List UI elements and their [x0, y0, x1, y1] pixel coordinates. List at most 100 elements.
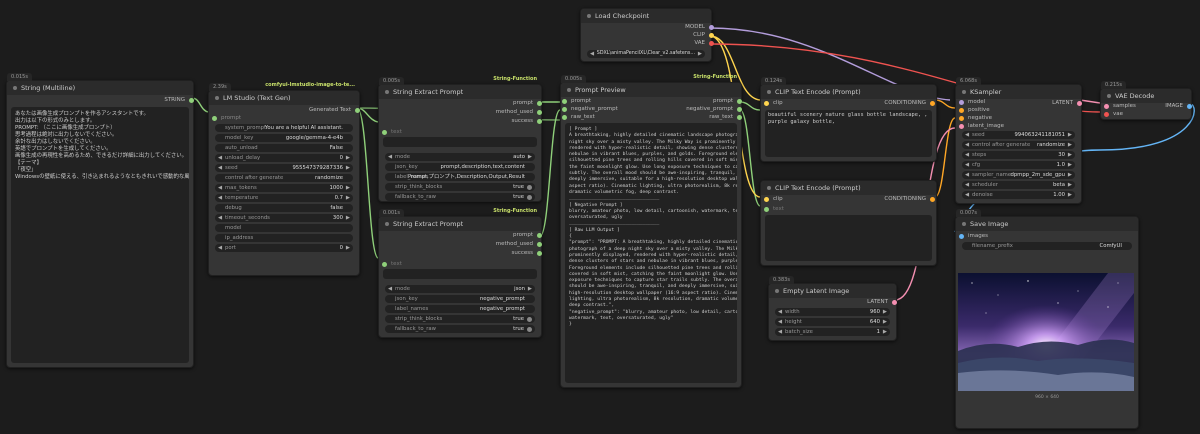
input-dot[interactable] — [959, 234, 964, 239]
arrow-left-icon[interactable]: ◀ — [965, 171, 969, 179]
input-clip[interactable]: clip — [764, 196, 783, 202]
arrow-left-icon[interactable]: ◀ — [965, 131, 969, 139]
arrow-right-icon[interactable]: ▶ — [1068, 131, 1072, 139]
widget-nodes.lm_studio.widgets-6[interactable]: ◀ max_tokens 1000 ▶ — [215, 184, 353, 192]
widget-nodes.lm_studio.widgets-4[interactable]: ◀ seed 955547379287336 ▶ — [215, 164, 353, 172]
node-title-bar[interactable]: Prompt Preview — [561, 83, 741, 97]
input-dot[interactable] — [764, 101, 769, 106]
output-conditioning[interactable]: CONDITIONING — [884, 196, 935, 202]
node-collapse-dot[interactable] — [1107, 94, 1111, 98]
filename-prefix-field[interactable]: filename_prefix ComfyUI — [962, 242, 1132, 250]
widget-nodes.ksampler.widgets-5[interactable]: ◀ scheduler beta ▶ — [962, 181, 1075, 189]
arrow-left-icon[interactable]: ◀ — [388, 153, 392, 161]
input-clip[interactable]: clip — [764, 100, 783, 106]
arrow-left-icon[interactable]: ◀ — [965, 191, 969, 199]
node-collapse-dot[interactable] — [962, 90, 966, 94]
input-dot[interactable] — [959, 124, 964, 129]
node-string-multiline[interactable]: 0.015s String (Multiline) STRING あなたは画像生… — [6, 73, 194, 368]
input-raw-text[interactable]: raw_text — [562, 114, 595, 120]
output-dot[interactable] — [737, 115, 742, 120]
output-dot[interactable] — [537, 233, 542, 238]
widget-nodes.lm_studio.widgets-9[interactable]: ◀ timeout_seconds 300 ▶ — [215, 214, 353, 222]
node-title-bar[interactable]: VAE Decode — [1101, 89, 1191, 103]
output-image[interactable]: IMAGE — [1165, 103, 1192, 109]
output-dot[interactable] — [709, 33, 714, 38]
input-dot[interactable] — [382, 262, 387, 267]
arrow-left-icon[interactable]: ◀ — [218, 154, 222, 162]
widget-nodes.sep2.widgets-1[interactable]: json_key negative_prompt — [385, 295, 535, 303]
prompt-preview-text[interactable]: [ Prompt ] A breathtaking, highly detaile… — [565, 123, 737, 383]
widget-nodes.sep1.widgets-1[interactable]: json_key prompt,description,text,content — [385, 163, 535, 171]
arrow-right-icon[interactable]: ▶ — [883, 328, 887, 336]
input-dot[interactable] — [764, 197, 769, 202]
toggle-knob-icon[interactable] — [527, 316, 532, 322]
node-title-bar[interactable]: String Extract Prompt — [379, 217, 541, 231]
widget-nodes.empty_latent.widgets-0[interactable]: ◀ width 960 ▶ — [775, 308, 890, 316]
arrow-left-icon[interactable]: ◀ — [778, 318, 782, 326]
arrow-left-icon[interactable]: ◀ — [965, 161, 969, 169]
widget-nodes.sep2.widgets-2[interactable]: label_names negative_prompt — [385, 305, 535, 313]
node-lm-studio-text-gen[interactable]: 2.39s comfyui-lmstudio-image-to-te... LM… — [208, 82, 360, 276]
node-title-bar[interactable]: LM Studio (Text Gen) — [209, 91, 359, 105]
arrow-left-icon[interactable]: ◀ — [965, 181, 969, 189]
output-success[interactable]: success — [511, 118, 542, 124]
arrow-right-icon[interactable]: ▶ — [1068, 161, 1072, 169]
node-title-bar[interactable]: String (Multiline) — [7, 81, 193, 95]
arrow-left-icon[interactable]: ◀ — [590, 50, 594, 58]
node-collapse-dot[interactable] — [567, 88, 571, 92]
node-title-bar[interactable]: Save Image — [956, 217, 1138, 231]
output-method-used[interactable]: method_used — [496, 109, 542, 115]
node-vae-decode[interactable]: 0.215s VAE Decode samples vae IMAGE — [1100, 81, 1192, 120]
widget-nodes.lm_studio.widgets-10[interactable]: model — [215, 224, 353, 232]
node-empty-latent-image[interactable]: 0.383s Empty Latent Image LATENT ◀ width 9… — [768, 276, 897, 341]
output-dot[interactable] — [892, 300, 897, 305]
input-vae[interactable]: vae — [1104, 111, 1123, 117]
input-negative[interactable]: negative — [959, 115, 992, 121]
widget-nodes.lm_studio.widgets-7[interactable]: ◀ temperature 0.7 ▶ — [215, 194, 353, 202]
input-text[interactable]: text — [382, 129, 402, 135]
widget-nodes.ksampler.widgets-2[interactable]: ◀ steps 30 ▶ — [962, 151, 1075, 159]
input-dot[interactable] — [959, 116, 964, 121]
input-dot[interactable] — [959, 100, 964, 105]
output-success[interactable]: success — [511, 250, 542, 256]
arrow-right-icon[interactable]: ▶ — [346, 164, 350, 172]
output-dot[interactable] — [737, 107, 742, 112]
arrow-right-icon[interactable]: ▶ — [1068, 141, 1072, 149]
output-latent[interactable]: LATENT — [867, 299, 897, 305]
node-string-extract-prompt-2[interactable]: 0.001s String-Function String Extract Pr… — [378, 208, 542, 338]
output-dot[interactable] — [709, 41, 714, 46]
widget-nodes.empty_latent.widgets-2[interactable]: ◀ batch_size 1 ▶ — [775, 328, 890, 336]
node-title-bar[interactable]: CLIP Text Encode (Prompt) — [761, 181, 936, 195]
input-dot[interactable] — [382, 130, 387, 135]
output-latent[interactable]: LATENT — [1052, 100, 1082, 106]
widget-nodes.sep2.widgets-3[interactable]: strip_think_blocks true — [385, 315, 535, 323]
output-string[interactable]: STRING — [164, 97, 194, 103]
arrow-left-icon[interactable]: ◀ — [218, 164, 222, 172]
node-save-image[interactable]: 0.007s Save Image images filename_prefix… — [955, 209, 1139, 429]
arrow-right-icon[interactable]: ▶ — [346, 244, 350, 252]
node-collapse-dot[interactable] — [385, 222, 389, 226]
input-prompt[interactable]: prompt — [562, 98, 591, 104]
input-positive[interactable]: positive — [959, 107, 990, 113]
output-model[interactable]: MODEL — [685, 24, 714, 30]
widget-nodes.lm_studio.widgets-5[interactable]: control after generate randomize — [215, 174, 353, 182]
arrow-left-icon[interactable]: ◀ — [778, 308, 782, 316]
toggle-knob-icon[interactable] — [527, 194, 532, 200]
input-dot[interactable] — [764, 207, 769, 212]
output-dot[interactable] — [355, 108, 360, 113]
widget-nodes.sep2.widgets-4[interactable]: fallback_to_raw true — [385, 325, 535, 333]
input-dot[interactable] — [1104, 104, 1109, 109]
widget-nodes.lm_studio.widgets-1[interactable]: model_key google/gemma-4-e4b — [215, 134, 353, 142]
clip-text-input[interactable]: beautiful scenery nature glass bottle la… — [765, 110, 932, 157]
widget-nodes.lm_studio.widgets-2[interactable]: auto_unload False — [215, 144, 353, 152]
widget-nodes.ksampler.widgets-3[interactable]: ◀ cfg 1.0 ▶ — [962, 161, 1075, 169]
node-clip-text-encode-1[interactable]: 0.124s CLIP Text Encode (Prompt) clip CO… — [760, 77, 937, 162]
output-dot[interactable] — [537, 242, 542, 247]
output-conditioning[interactable]: CONDITIONING — [884, 100, 935, 106]
widget-nodes.lm_studio.widgets-0[interactable]: system_prompt You are a helpful AI assist… — [215, 124, 353, 132]
output-dot[interactable] — [1187, 104, 1192, 109]
node-load-checkpoint[interactable]: Load Checkpoint ◀ SDXL\animaPencilXL\Clea… — [580, 8, 714, 62]
arrow-right-icon[interactable]: ▶ — [346, 194, 350, 202]
widget-nodes.empty_latent.widgets-1[interactable]: ◀ height 640 ▶ — [775, 318, 890, 326]
widget-nodes.sep1.widgets-4[interactable]: fallback_to_raw true — [385, 193, 535, 201]
